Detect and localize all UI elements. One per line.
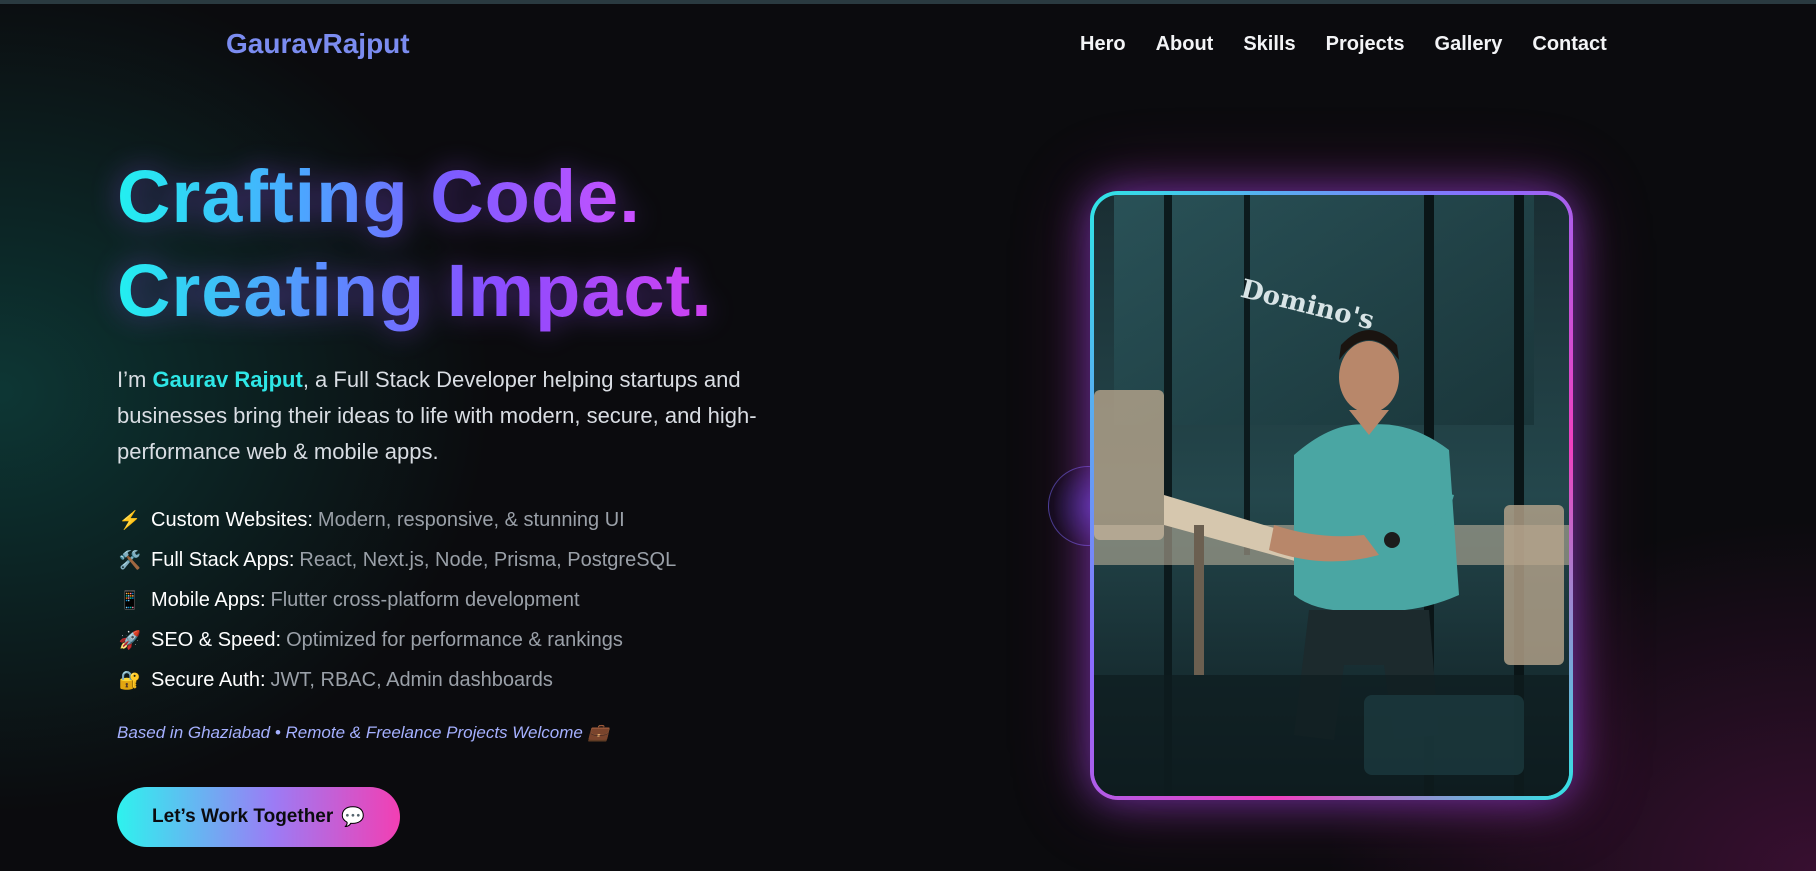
location-note: Based in Ghaziabad • Remote & Freelance … xyxy=(117,723,609,742)
site-logo[interactable]: GauravRajput xyxy=(226,28,410,60)
feature-list: ⚡ Custom Websites: Modern, responsive, &… xyxy=(118,500,676,700)
profile-photo: Domino's xyxy=(1094,195,1569,796)
feature-desc: Flutter cross-platform development xyxy=(270,588,580,611)
speech-bubble-icon: 💬 xyxy=(341,807,365,828)
mobile-phone-icon: 📱 xyxy=(118,589,142,610)
hero-headline: Crafting Code. Creating Impact. xyxy=(117,150,807,338)
feature-desc: Modern, responsive, & stunning UI xyxy=(317,508,625,531)
nav-link-gallery[interactable]: Gallery xyxy=(1435,33,1503,56)
nav-link-skills[interactable]: Skills xyxy=(1243,33,1295,56)
lightning-icon: ⚡ xyxy=(118,509,142,530)
feature-title: SEO & Speed: xyxy=(151,628,282,651)
lock-icon: 🔐 xyxy=(118,669,142,690)
feature-desc: React, Next.js, Node, Prisma, PostgreSQL xyxy=(299,548,677,571)
work-together-button[interactable]: Let’s Work Together 💬 xyxy=(117,787,400,847)
feature-item: 🚀 SEO & Speed: Optimized for performance… xyxy=(118,620,676,660)
feature-desc: Optimized for performance & rankings xyxy=(286,628,623,651)
feature-item: 📱 Mobile Apps: Flutter cross-platform de… xyxy=(118,580,676,620)
hero-intro: I’m Gaurav Rajput, a Full Stack Develope… xyxy=(117,362,797,470)
nav-link-contact[interactable]: Contact xyxy=(1532,33,1606,56)
nav-link-about[interactable]: About xyxy=(1156,33,1214,56)
profile-photo-frame: Domino's xyxy=(1090,191,1573,800)
intro-name: Gaurav Rajput xyxy=(152,367,303,392)
intro-prefix: I’m xyxy=(117,367,153,392)
profile-photo-illustration: Domino's xyxy=(1094,195,1569,796)
tools-icon: 🛠️ xyxy=(118,549,142,570)
nav-link-hero[interactable]: Hero xyxy=(1080,33,1126,56)
rocket-icon: 🚀 xyxy=(118,629,142,650)
main-nav: Hero About Skills Projects Gallery Conta… xyxy=(1080,33,1607,56)
feature-item: 🔐 Secure Auth: JWT, RBAC, Admin dashboar… xyxy=(118,660,676,700)
headline-line-1: Crafting Code. xyxy=(117,150,717,244)
feature-title: Secure Auth: xyxy=(151,668,266,691)
feature-desc: JWT, RBAC, Admin dashboards xyxy=(270,668,553,691)
nav-link-projects[interactable]: Projects xyxy=(1326,33,1405,56)
feature-title: Custom Websites: xyxy=(151,508,313,531)
feature-item: 🛠️ Full Stack Apps: React, Next.js, Node… xyxy=(118,540,676,580)
cta-label: Let’s Work Together xyxy=(152,806,334,827)
headline-line-2: Creating Impact. xyxy=(117,244,807,338)
feature-title: Full Stack Apps: xyxy=(151,548,295,571)
top-border xyxy=(0,0,1816,4)
feature-title: Mobile Apps: xyxy=(151,588,266,611)
feature-item: ⚡ Custom Websites: Modern, responsive, &… xyxy=(118,500,676,540)
